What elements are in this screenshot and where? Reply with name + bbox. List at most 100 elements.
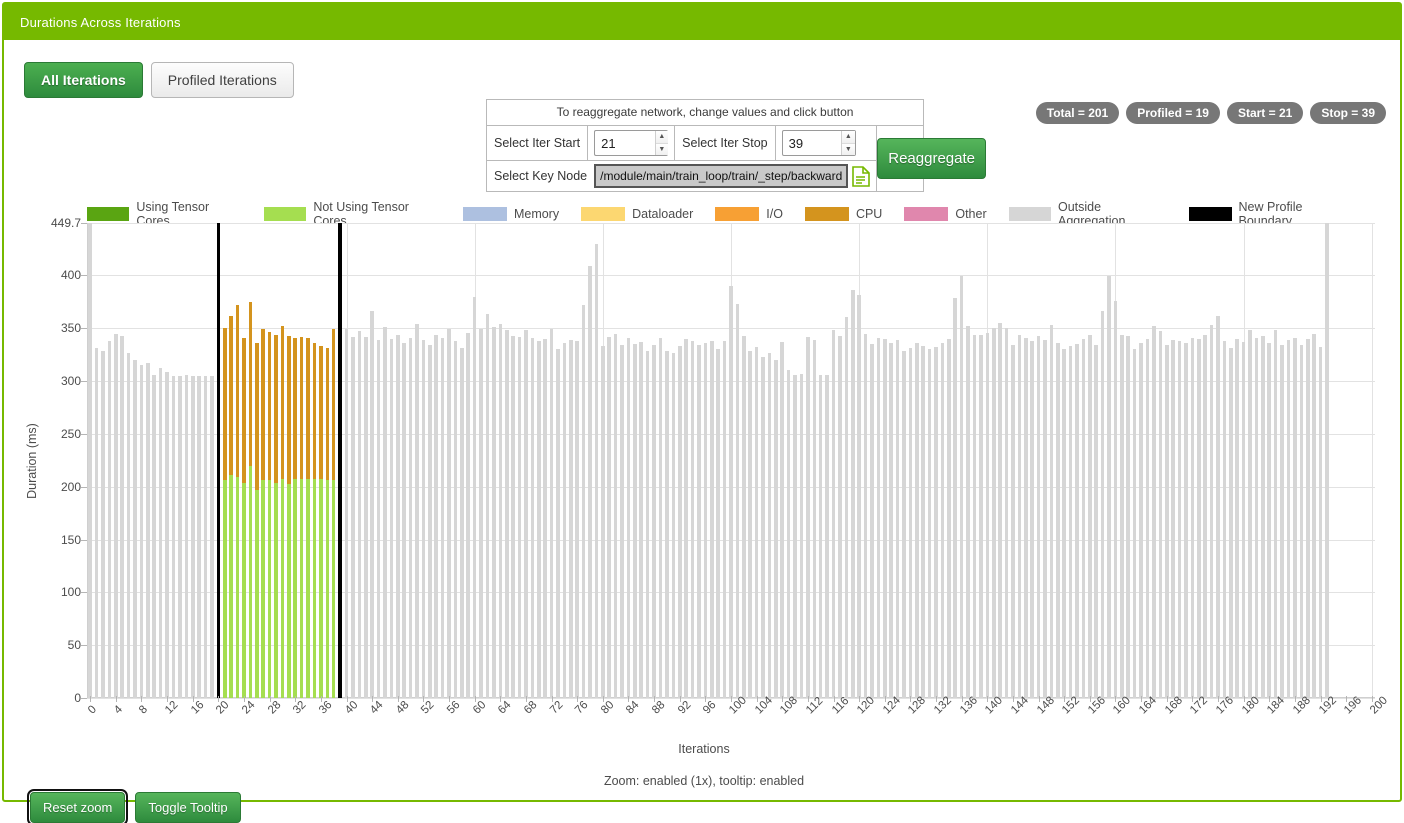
chart-bar[interactable] — [172, 223, 176, 698]
iter-stop-spinner[interactable]: ▲ ▼ — [841, 131, 855, 155]
chart-bar[interactable] — [723, 223, 727, 698]
chart-bar[interactable] — [518, 223, 522, 698]
chart-bar[interactable] — [1146, 223, 1150, 698]
chart-bar[interactable] — [780, 223, 784, 698]
chart-bar[interactable] — [108, 223, 112, 698]
chart-bar[interactable] — [1152, 223, 1156, 698]
chart-bar[interactable] — [639, 223, 643, 698]
chart-bar[interactable] — [838, 223, 842, 698]
chart-bar[interactable] — [223, 223, 227, 698]
chart-bar[interactable] — [447, 223, 451, 698]
chart-bar[interactable] — [1107, 223, 1111, 698]
chart-bar[interactable] — [710, 223, 714, 698]
chart-bar[interactable] — [1018, 223, 1022, 698]
document-icon[interactable] — [850, 164, 872, 188]
chart-bar[interactable] — [1062, 223, 1066, 698]
chart-bar[interactable] — [1184, 223, 1188, 698]
chart-bar[interactable] — [524, 223, 528, 698]
chart-bar[interactable] — [845, 223, 849, 698]
chart-bar[interactable] — [1011, 223, 1015, 698]
chart-bar[interactable] — [1306, 223, 1310, 698]
chart-bar[interactable] — [902, 223, 906, 698]
chart-bar[interactable] — [915, 223, 919, 698]
chart-bar[interactable] — [921, 223, 925, 698]
chart-bar[interactable] — [242, 223, 246, 698]
chart-bar[interactable] — [1101, 223, 1105, 698]
chart-bar[interactable] — [1229, 223, 1233, 698]
chart-bar[interactable] — [646, 223, 650, 698]
chart-bar[interactable] — [813, 223, 817, 698]
chart-bar[interactable] — [1216, 223, 1220, 698]
chart-bar[interactable] — [274, 223, 278, 698]
chart-bar[interactable] — [550, 223, 554, 698]
chart-bar[interactable] — [883, 223, 887, 698]
iter-stop-input[interactable] — [783, 131, 841, 155]
chart-bar[interactable] — [633, 223, 637, 698]
chart-bar[interactable] — [704, 223, 708, 698]
chart-bar[interactable] — [338, 223, 342, 698]
toggle-tooltip-button[interactable]: Toggle Tooltip — [135, 792, 240, 823]
chart-bar[interactable] — [825, 223, 829, 698]
chart-bar[interactable] — [210, 223, 214, 698]
chevron-up-icon[interactable]: ▲ — [656, 131, 669, 144]
chart-bar[interactable] — [697, 223, 701, 698]
chart-bar[interactable] — [928, 223, 932, 698]
chart-bar[interactable] — [1223, 223, 1227, 698]
chart-bar[interactable] — [575, 223, 579, 698]
chart-bar[interactable] — [133, 223, 137, 698]
chart-bar[interactable] — [236, 223, 240, 698]
chart-bar[interactable] — [140, 223, 144, 698]
chart-bar[interactable] — [152, 223, 156, 698]
chart-bar[interactable] — [492, 223, 496, 698]
chart-bar[interactable] — [1255, 223, 1259, 698]
chart-bar[interactable] — [1364, 223, 1368, 698]
chart-bar[interactable] — [332, 223, 336, 698]
chart-bar[interactable] — [1197, 223, 1201, 698]
chart-bar[interactable] — [729, 223, 733, 698]
chart-bar[interactable] — [1293, 223, 1297, 698]
chart-bar[interactable] — [992, 223, 996, 698]
chart-bar[interactable] — [204, 223, 208, 698]
chart-bar[interactable] — [358, 223, 362, 698]
chart-bar[interactable] — [486, 223, 490, 698]
chart-bar[interactable] — [979, 223, 983, 698]
chart-bar[interactable] — [1120, 223, 1124, 698]
chart-bar[interactable] — [319, 223, 323, 698]
chart-bar[interactable] — [1171, 223, 1175, 698]
chart-bar[interactable] — [870, 223, 874, 698]
chart-bar[interactable] — [1165, 223, 1169, 698]
chart-bar[interactable] — [454, 223, 458, 698]
chart-bar[interactable] — [499, 223, 503, 698]
chart-bar[interactable] — [1338, 223, 1342, 698]
chart-bar[interactable] — [537, 223, 541, 698]
chart-bar[interactable] — [460, 223, 464, 698]
chart-bar[interactable] — [614, 223, 618, 698]
chart-bar[interactable] — [101, 223, 105, 698]
chart-bar[interactable] — [1094, 223, 1098, 698]
chart-bar[interactable] — [851, 223, 855, 698]
chart-bar[interactable] — [434, 223, 438, 698]
chart-bar[interactable] — [1056, 223, 1060, 698]
chart-bar[interactable] — [774, 223, 778, 698]
chart-bar[interactable] — [313, 223, 317, 698]
chart-bar[interactable] — [390, 223, 394, 698]
chart-bar[interactable] — [755, 223, 759, 698]
chart-bar[interactable] — [889, 223, 893, 698]
chart-bar[interactable] — [1325, 223, 1329, 698]
chart-bar[interactable] — [1300, 223, 1304, 698]
chart-bar[interactable] — [960, 223, 964, 698]
chart-bar[interactable] — [511, 223, 515, 698]
chart-bar[interactable] — [800, 223, 804, 698]
chart-bar[interactable] — [543, 223, 547, 698]
chevron-down-icon[interactable]: ▼ — [656, 144, 669, 156]
chart-bar[interactable] — [569, 223, 573, 698]
chart-bar[interactable] — [146, 223, 150, 698]
chart-bar[interactable] — [1178, 223, 1182, 698]
chart-bar[interactable] — [1133, 223, 1137, 698]
chart-bar[interactable] — [1126, 223, 1130, 698]
chart-bar[interactable] — [953, 223, 957, 698]
tab-all-iterations[interactable]: All Iterations — [24, 62, 143, 98]
chart-bar[interactable] — [716, 223, 720, 698]
chart-bar[interactable] — [217, 223, 221, 698]
chart-bar[interactable] — [864, 223, 868, 698]
